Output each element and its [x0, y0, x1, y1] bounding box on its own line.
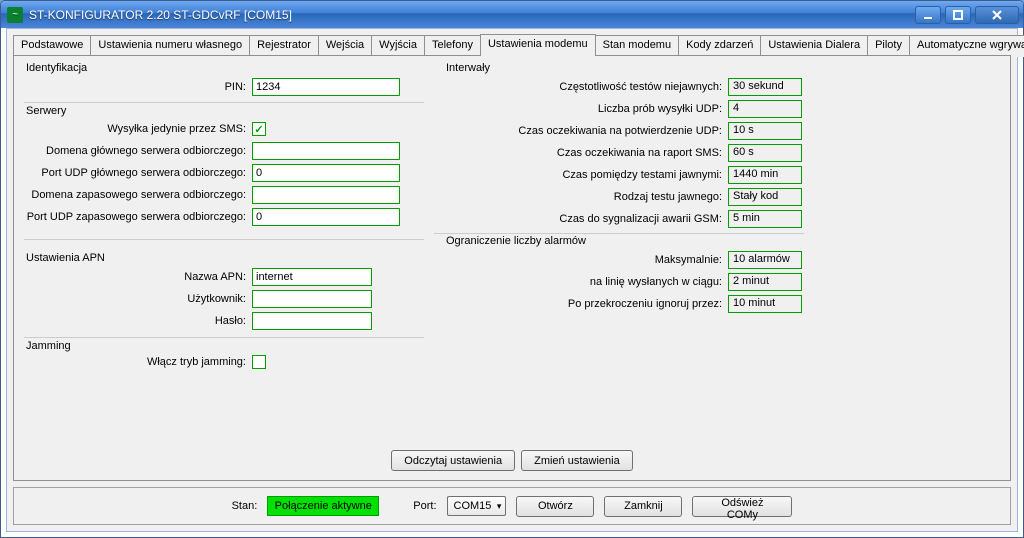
main-udp-input[interactable] [252, 164, 400, 182]
main-domain-input[interactable] [252, 142, 400, 160]
section-apn: Ustawienia APN [26, 252, 105, 264]
tab-label: Automatyczne wgrywanie ustawień [917, 39, 1024, 51]
section-jamming: Jamming [26, 340, 71, 352]
close-button[interactable] [975, 6, 1019, 24]
tab-label: Ustawienia numeru własnego [98, 39, 242, 51]
apn-pass-input[interactable] [252, 312, 372, 330]
tab-label: Ustawienia Dialera [768, 39, 860, 51]
udp-wait-value[interactable]: 10 s [728, 122, 802, 140]
tab-rejestrator[interactable]: Rejestrator [249, 35, 319, 57]
per-line-value[interactable]: 2 minut [728, 273, 802, 291]
tab-label: Stan modemu [603, 39, 671, 51]
close-port-button[interactable]: Zamknij [604, 496, 682, 517]
sms-only-checkbox[interactable]: ✓ [252, 122, 266, 136]
tab-modemu[interactable]: Ustawienia modemu [480, 34, 596, 56]
ignore-label: Po przekroczeniu ignoruj przez: [438, 298, 728, 310]
section-ident: Identyfikacja [26, 62, 87, 74]
tab-label: Rejestrator [257, 39, 311, 51]
main-udp-label: Port UDP głównego serwera odbiorczego: [20, 167, 252, 179]
per-line-label: na linię wysłanych w ciągu: [438, 276, 728, 288]
tab-label: Podstawowe [21, 39, 83, 51]
write-settings-button[interactable]: Zmień ustawienia [521, 450, 633, 471]
tab-piloty[interactable]: Piloty [867, 35, 910, 57]
tab-podstawowe[interactable]: Podstawowe [13, 35, 91, 57]
gsm-fail-value[interactable]: 5 min [728, 210, 802, 228]
tab-panel: Identyfikacja PIN: Serwery Wysyłka jedyn… [13, 56, 1011, 481]
udp-tries-value[interactable]: 4 [728, 100, 802, 118]
section-servers: Serwery [26, 105, 66, 117]
open-tests-value[interactable]: 1440 min [728, 166, 802, 184]
freq-value[interactable]: 30 sekund [728, 78, 802, 96]
status-bar: Stan: Połączenie aktywne Port: COM15 Otw… [13, 487, 1011, 525]
max-label: Maksymalnie: [438, 254, 728, 266]
tab-wejscia[interactable]: Wejścia [318, 35, 372, 57]
section-alarms: Ograniczenie liczby alarmów [446, 235, 586, 247]
window-title: ST-KONFIGURATOR 2.20 ST-GDCvRF [COM15] [29, 8, 915, 22]
titlebar[interactable]: ~ ST-KONFIGURATOR 2.20 ST-GDCvRF [COM15] [1, 1, 1023, 28]
udp-tries-label: Liczba prób wysyłki UDP: [438, 103, 728, 115]
backup-domain-input[interactable] [252, 186, 400, 204]
tab-auto[interactable]: Automatyczne wgrywanie ustawień [909, 35, 1024, 57]
tab-dialera[interactable]: Ustawienia Dialera [760, 35, 868, 57]
tab-numeru[interactable]: Ustawienia numeru własnego [90, 35, 250, 57]
maximize-button[interactable] [945, 6, 971, 24]
main-domain-label: Domena głównego serwera odbiorczego: [20, 145, 252, 157]
connection-status: Połączenie aktywne [267, 496, 379, 516]
backup-udp-label: Port UDP zapasowego serwera odbiorczego: [20, 211, 252, 223]
app-window: ~ ST-KONFIGURATOR 2.20 ST-GDCvRF [COM15]… [0, 0, 1024, 538]
tab-wyjscia[interactable]: Wyjścia [371, 35, 425, 57]
tab-label: Wejścia [326, 39, 364, 51]
sms-only-label: Wysyłka jedynie przez SMS: [20, 123, 252, 135]
sms-wait-value[interactable]: 60 s [728, 144, 802, 162]
backup-domain-label: Domena zapasowego serwera odbiorczego: [20, 189, 252, 201]
apn-user-input[interactable] [252, 290, 372, 308]
minimize-button[interactable] [915, 6, 941, 24]
read-settings-button[interactable]: Odczytaj ustawienia [391, 450, 515, 471]
max-value[interactable]: 10 alarmów [728, 251, 802, 269]
section-intervals: Interwały [446, 62, 490, 74]
tab-stan[interactable]: Stan modemu [595, 35, 679, 57]
app-icon: ~ [7, 7, 23, 23]
open-type-value[interactable]: Stały kod [728, 188, 802, 206]
apn-pass-label: Hasło: [20, 315, 252, 327]
udp-wait-label: Czas oczekiwania na potwierdzenie UDP: [438, 125, 728, 137]
port-label: Port: [413, 500, 436, 512]
ignore-value[interactable]: 10 minut [728, 295, 802, 313]
pin-label: PIN: [20, 81, 252, 93]
freq-label: Częstotliwość testów niejawnych: [438, 81, 728, 93]
tab-label: Ustawienia modemu [488, 38, 588, 50]
refresh-com-button[interactable]: Odśwież COMy [692, 496, 792, 517]
jamming-label: Włącz tryb jamming: [20, 356, 252, 368]
tab-label: Telefony [432, 39, 473, 51]
open-type-label: Rodzaj testu jawnego: [438, 191, 728, 203]
apn-user-label: Użytkownik: [20, 293, 252, 305]
jamming-checkbox[interactable] [252, 355, 266, 369]
tab-label: Piloty [875, 39, 902, 51]
tab-label: Wyjścia [379, 39, 417, 51]
tab-kody[interactable]: Kody zdarzeń [678, 35, 761, 57]
pin-input[interactable] [252, 78, 400, 96]
stan-label: Stan: [232, 500, 258, 512]
apn-name-input[interactable] [252, 268, 372, 286]
open-button[interactable]: Otwórz [516, 496, 594, 517]
apn-name-label: Nazwa APN: [20, 271, 252, 283]
port-select[interactable]: COM15 [447, 496, 507, 516]
tab-label: Kody zdarzeń [686, 39, 753, 51]
sms-wait-label: Czas oczekiwania na raport SMS: [438, 147, 728, 159]
inner-frame: Podstawowe Ustawienia numeru własnego Re… [6, 28, 1018, 532]
tab-telefony[interactable]: Telefony [424, 35, 481, 57]
backup-udp-input[interactable] [252, 208, 400, 226]
tab-bar: Podstawowe Ustawienia numeru własnego Re… [13, 34, 1011, 56]
open-tests-label: Czas pomiędzy testami jawnymi: [438, 169, 728, 181]
gsm-fail-label: Czas do sygnalizacji awarii GSM: [438, 213, 728, 225]
